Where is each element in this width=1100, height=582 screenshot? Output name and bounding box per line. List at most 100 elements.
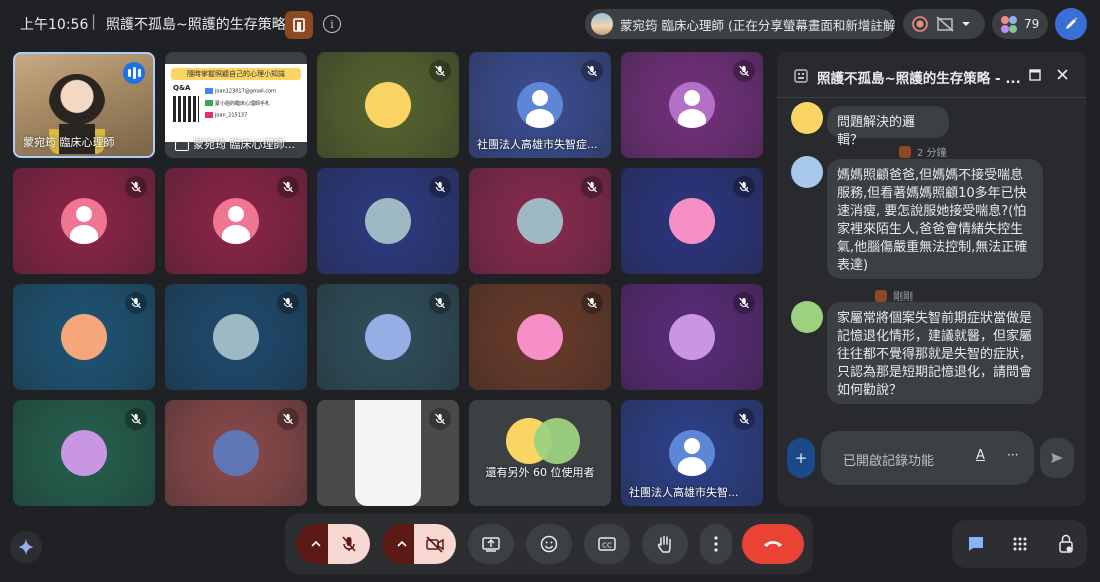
mic-off-icon bbox=[581, 292, 603, 314]
participant-avatar bbox=[213, 198, 259, 244]
mic-off-icon bbox=[581, 60, 603, 82]
meeting-info-icon[interactable]: i bbox=[323, 15, 341, 33]
captions-button[interactable]: CC bbox=[584, 524, 630, 564]
chat-message: 家屬常將個案失智前期症狀當做是記憶退化情形，建議就醫，但家屬往往都不覺得那就是失… bbox=[827, 302, 1043, 404]
qr-code-icon bbox=[173, 96, 199, 122]
meeting-title: 照護不孤島~照護的生存策略 bbox=[106, 17, 286, 33]
chat-panel-icon bbox=[794, 69, 808, 83]
participant-tile[interactable]: 隨時掌握照顧自己的心理小知識 Q&A joan123017@gmail.com 蒙小姐… bbox=[165, 52, 307, 158]
mic-off-icon bbox=[125, 176, 147, 198]
pop-out-icon[interactable] bbox=[1029, 69, 1041, 81]
chat-title: 照護不孤島~照護的生存策略 - ... bbox=[817, 71, 1021, 87]
chat-avatar bbox=[791, 156, 823, 188]
add-attachment-button[interactable]: + bbox=[787, 438, 815, 478]
chevron-up-icon bbox=[397, 540, 407, 547]
participant-avatar bbox=[669, 198, 715, 244]
sender-badge-icon bbox=[875, 289, 887, 302]
person-icon bbox=[669, 82, 715, 128]
participant-avatar bbox=[669, 430, 715, 476]
participant-tile[interactable] bbox=[13, 400, 155, 506]
participant-tile[interactable]: 社團法人高雄市失智症... bbox=[469, 52, 611, 158]
participant-tile[interactable] bbox=[13, 284, 155, 390]
chat-message: 問題解決的邏輯？ bbox=[827, 106, 949, 148]
people-icon bbox=[1001, 16, 1017, 33]
participant-avatar bbox=[213, 430, 259, 476]
mic-off-icon bbox=[125, 408, 147, 430]
camera-off-icon bbox=[426, 536, 444, 553]
camera-toggle-button[interactable] bbox=[414, 524, 456, 564]
participant-tile[interactable]: 還有另外 60 位使用者 bbox=[469, 400, 611, 506]
person-icon bbox=[61, 198, 107, 244]
presenter-avatar bbox=[591, 13, 613, 35]
presentation-icon[interactable] bbox=[285, 11, 313, 39]
mic-off-icon bbox=[733, 176, 755, 198]
participant-tile[interactable] bbox=[165, 400, 307, 506]
participant-avatar bbox=[517, 82, 563, 128]
participant-tile[interactable] bbox=[621, 168, 763, 274]
reactions-button[interactable] bbox=[526, 524, 572, 564]
chat-message: 媽媽照顧爸爸,但媽媽不接受喘息服務,但看著媽媽照顧10多年已快速消瘦, 要怎說服… bbox=[827, 159, 1043, 279]
present-screen-button[interactable] bbox=[468, 524, 514, 564]
obscured-video bbox=[355, 400, 421, 506]
emoji-icon bbox=[540, 535, 558, 553]
participant-avatar bbox=[669, 82, 715, 128]
mic-off-icon bbox=[429, 60, 451, 82]
participant-tile[interactable]: 社團法人高雄市失智... bbox=[621, 400, 763, 506]
participant-avatar bbox=[365, 314, 411, 360]
participants-chip[interactable]: 79 bbox=[992, 9, 1048, 39]
raise-hand-button[interactable] bbox=[642, 524, 688, 564]
sender-badge-icon bbox=[899, 145, 911, 158]
participant-name: 社團法人高雄市失智症... bbox=[477, 138, 598, 151]
participant-tile[interactable] bbox=[317, 400, 459, 506]
more-options-icon[interactable]: ··· bbox=[1007, 448, 1018, 462]
participant-tile[interactable] bbox=[317, 284, 459, 390]
gemini-button[interactable] bbox=[10, 531, 42, 563]
format-text-icon[interactable]: A bbox=[976, 448, 985, 463]
mic-off-icon bbox=[125, 292, 147, 314]
chat-avatar bbox=[791, 102, 823, 134]
chat-input[interactable]: 已開啟記錄功能 A ··· bbox=[821, 431, 1034, 485]
participant-tile[interactable] bbox=[469, 168, 611, 274]
participant-avatar bbox=[517, 314, 563, 360]
captions-icon: CC bbox=[598, 537, 616, 551]
participant-avatar bbox=[365, 198, 411, 244]
mic-off-icon bbox=[277, 292, 299, 314]
participant-tile[interactable] bbox=[469, 284, 611, 390]
participant-tile[interactable] bbox=[621, 52, 763, 158]
activities-button[interactable] bbox=[1004, 528, 1036, 560]
mic-off-icon bbox=[277, 408, 299, 430]
chevron-down-icon bbox=[962, 22, 970, 26]
mic-off-icon bbox=[429, 292, 451, 314]
mic-toggle-button[interactable] bbox=[328, 524, 370, 564]
mic-off-icon bbox=[342, 536, 356, 552]
mic-off-icon bbox=[429, 408, 451, 430]
leave-call-button[interactable] bbox=[742, 524, 804, 564]
host-controls-button[interactable] bbox=[1050, 528, 1082, 560]
participant-tile[interactable] bbox=[165, 168, 307, 274]
participant-tile[interactable]: 蒙宛筠 臨床心理師 bbox=[13, 52, 155, 158]
participant-tile[interactable] bbox=[317, 52, 459, 158]
participant-avatar bbox=[61, 314, 107, 360]
lock-person-icon bbox=[1059, 534, 1073, 553]
presenter-chip[interactable]: 蒙宛筠 臨床心理師 (正在分享螢幕畫面和新增註解) bbox=[585, 9, 895, 39]
participant-tile[interactable] bbox=[165, 284, 307, 390]
participant-count: 79 bbox=[1024, 17, 1040, 31]
call-controls: CC bbox=[285, 514, 813, 574]
participant-name: 蒙宛筠 臨床心理師... bbox=[193, 138, 295, 151]
chat-button[interactable] bbox=[960, 528, 992, 560]
close-icon[interactable] bbox=[1056, 68, 1069, 81]
participant-tile[interactable] bbox=[621, 284, 763, 390]
send-button[interactable] bbox=[1040, 438, 1074, 478]
message-meta: 2 分鐘 bbox=[899, 144, 947, 159]
participant-name: 社團法人高雄市失智... bbox=[629, 486, 739, 499]
participant-avatar bbox=[213, 314, 259, 360]
participant-tile[interactable] bbox=[13, 168, 155, 274]
recording-chip[interactable] bbox=[903, 9, 985, 39]
more-options-button[interactable] bbox=[700, 524, 732, 564]
sparkle-icon bbox=[18, 539, 34, 555]
participant-tile[interactable] bbox=[317, 168, 459, 274]
recording-icon bbox=[912, 16, 928, 32]
screen-share-icon bbox=[175, 141, 189, 151]
person-icon bbox=[669, 430, 715, 476]
annotation-pen-button[interactable] bbox=[1055, 8, 1087, 40]
